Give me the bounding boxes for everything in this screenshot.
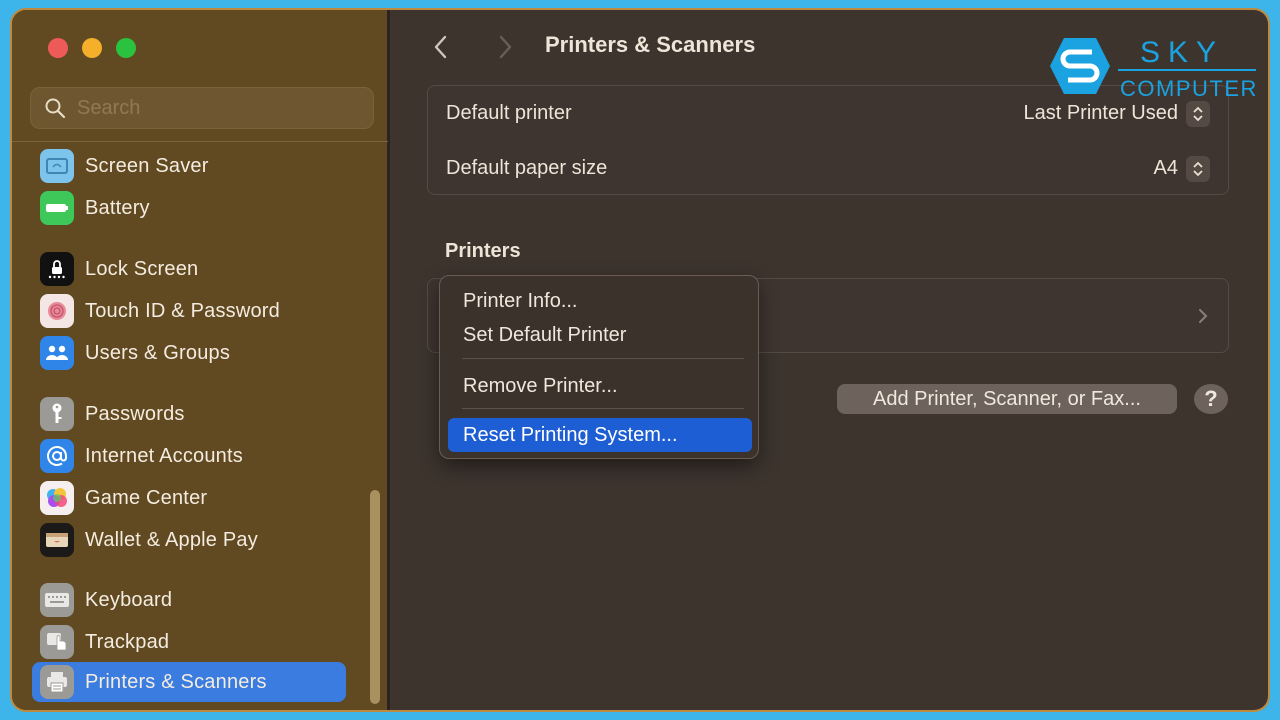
brand-bottom-text: COMPUTER <box>1120 76 1258 101</box>
sidebar: Screen Saver Battery Lock Screen <box>12 10 390 710</box>
trackpad-icon <box>40 625 74 659</box>
default-printer-value: Last Printer Used <box>1023 102 1178 124</box>
keyboard-icon <box>40 583 74 617</box>
key-icon <box>40 397 74 431</box>
sidebar-item-screen-saver[interactable]: Screen Saver <box>32 146 346 186</box>
sidebar-item-game-center[interactable]: Game Center <box>32 478 346 518</box>
sidebar-item-touch-id-password[interactable]: Touch ID & Password <box>32 291 346 331</box>
sidebar-item-label: Lock Screen <box>85 257 199 280</box>
printer-icon <box>40 665 74 699</box>
add-printer-button[interactable]: Add Printer, Scanner, or Fax... <box>837 384 1177 414</box>
at-sign-icon <box>40 439 74 473</box>
sidebar-item-label: Printers & Scanners <box>85 670 267 693</box>
paper-size-label: Default paper size <box>446 157 608 179</box>
help-button[interactable]: ? <box>1194 384 1228 414</box>
sidebar-search-field[interactable] <box>30 87 374 129</box>
sidebar-item-label: Internet Accounts <box>85 444 243 467</box>
printer-context-menu: Printer Info... Set Default Printer Remo… <box>439 275 759 459</box>
up-down-chevron-icon <box>1186 155 1210 182</box>
sky-computer-logo: SKY COMPUTER <box>1050 36 1258 101</box>
up-down-chevron-icon <box>1186 100 1210 127</box>
screen-saver-icon <box>40 149 74 183</box>
sidebar-item-label: Battery <box>85 196 150 219</box>
sidebar-item-label: Trackpad <box>85 630 170 653</box>
sidebar-item-label: Touch ID & Password <box>85 299 280 322</box>
paper-size-value: A4 <box>1153 157 1178 179</box>
menu-item-remove-printer[interactable]: Remove Printer... <box>448 369 752 403</box>
lock-screen-icon <box>40 252 74 286</box>
sidebar-item-label: Users & Groups <box>85 341 231 364</box>
game-center-icon <box>40 481 74 515</box>
wallet-icon <box>40 523 74 557</box>
sidebar-item-label: Wallet & Apple Pay <box>85 528 258 551</box>
sidebar-item-label: Keyboard <box>85 588 173 611</box>
menu-item-printer-info[interactable]: Printer Info... <box>448 284 752 318</box>
menu-separator <box>462 358 744 359</box>
back-chevron-icon[interactable] <box>429 32 453 62</box>
default-printer-label: Default printer <box>446 102 572 124</box>
sidebar-item-keyboard[interactable]: Keyboard <box>32 580 346 620</box>
menu-item-set-default-printer[interactable]: Set Default Printer <box>448 318 752 352</box>
hexagon-logo-icon <box>1050 38 1110 94</box>
paper-size-select[interactable]: A4 <box>1153 155 1210 182</box>
sidebar-item-trackpad[interactable]: Trackpad <box>32 622 346 662</box>
search-input[interactable] <box>77 96 357 120</box>
fingerprint-icon <box>40 294 74 328</box>
sidebar-item-label: Passwords <box>85 402 185 425</box>
search-icon <box>45 98 66 119</box>
brand-top-text: SKY <box>1140 36 1224 69</box>
sidebar-item-label: Game Center <box>85 486 208 509</box>
page-title: Printers & Scanners <box>545 32 756 57</box>
window-controls <box>48 38 136 58</box>
sidebar-item-printers-scanners[interactable]: Printers & Scanners <box>32 662 346 702</box>
minimize-window-button[interactable] <box>82 38 102 58</box>
search-divider <box>12 141 388 142</box>
sidebar-item-passwords[interactable]: Passwords <box>32 394 346 434</box>
default-printer-select[interactable]: Last Printer Used <box>1023 100 1210 127</box>
users-icon <box>40 336 74 370</box>
close-window-button[interactable] <box>48 38 68 58</box>
sidebar-item-battery[interactable]: Battery <box>32 188 346 228</box>
sidebar-item-label: Screen Saver <box>85 154 209 177</box>
system-settings-window: Screen Saver Battery Lock Screen <box>12 10 1268 710</box>
menu-separator <box>462 408 744 409</box>
forward-chevron-icon[interactable] <box>493 32 517 62</box>
zoom-window-button[interactable] <box>116 38 136 58</box>
paper-size-row: Default paper size A4 <box>428 141 1228 196</box>
sidebar-item-wallet-apple-pay[interactable]: Wallet & Apple Pay <box>32 520 346 560</box>
sidebar-scrollbar[interactable] <box>370 490 380 704</box>
sidebar-item-users-groups[interactable]: Users & Groups <box>32 333 346 373</box>
menu-item-reset-printing-system[interactable]: Reset Printing System... <box>448 418 752 452</box>
sidebar-item-lock-screen[interactable]: Lock Screen <box>32 249 346 289</box>
printers-section-title: Printers <box>445 240 521 262</box>
sidebar-item-internet-accounts[interactable]: Internet Accounts <box>32 436 346 476</box>
battery-icon <box>40 191 74 225</box>
chevron-right-icon <box>1199 309 1208 323</box>
